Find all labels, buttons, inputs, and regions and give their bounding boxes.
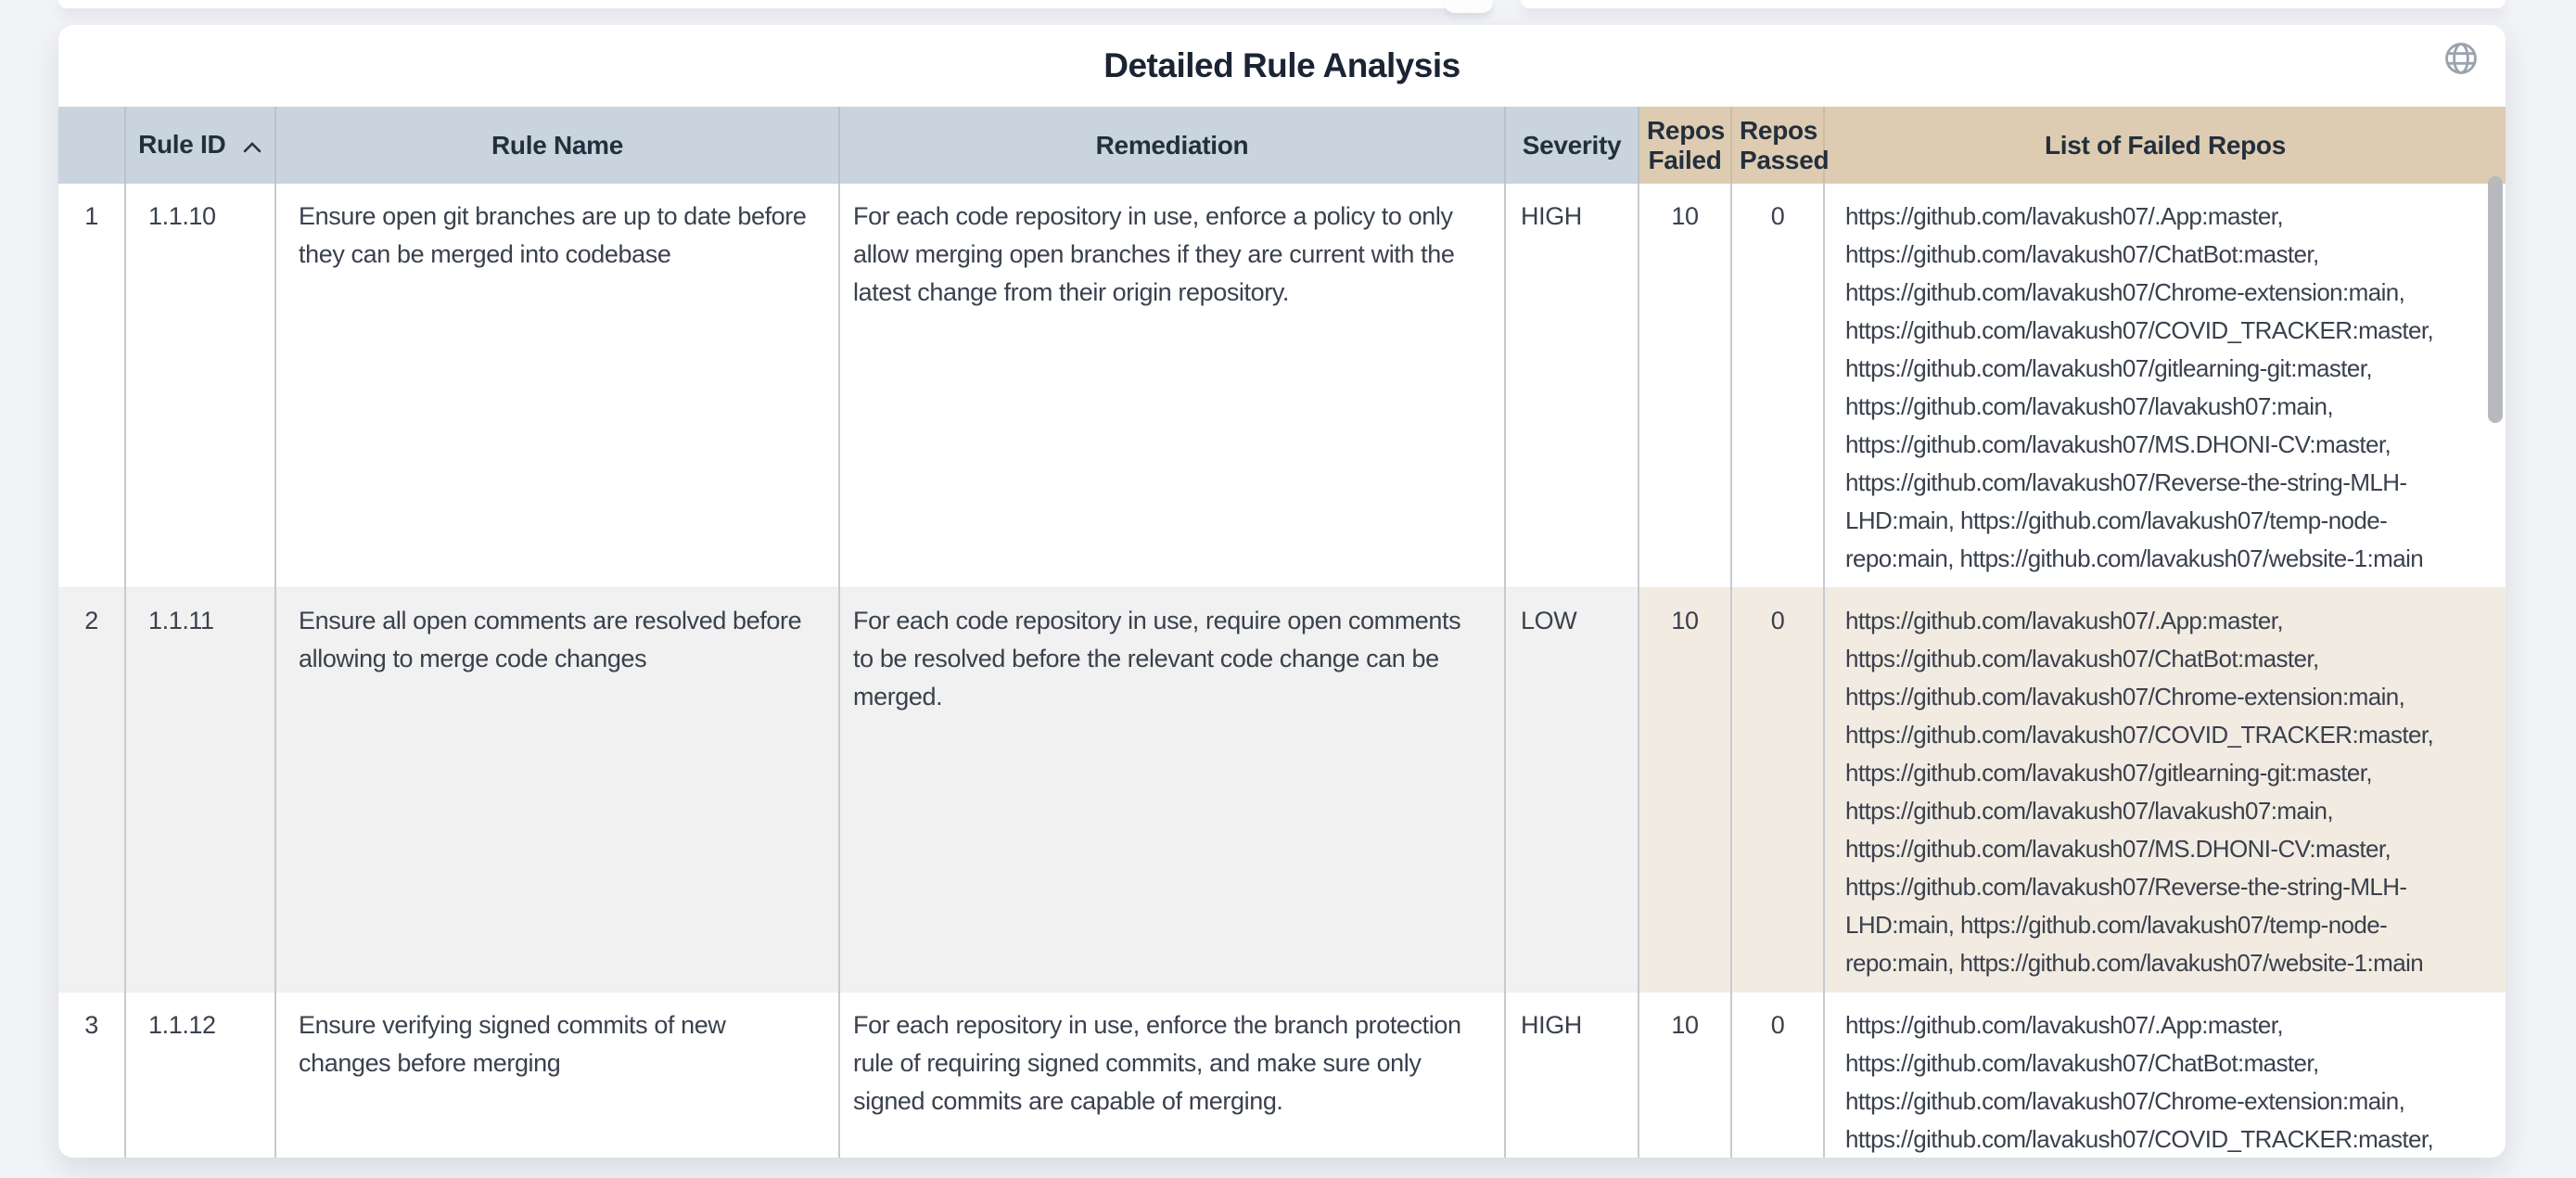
cell-repos-passed: 0 <box>1731 992 1824 1159</box>
table-row: 31.1.12Ensure verifying signed commits o… <box>58 992 2506 1159</box>
col-header-rule-id-label: Rule ID <box>138 130 225 159</box>
table-row: 11.1.10Ensure open git branches are up t… <box>58 184 2506 588</box>
col-header-index <box>58 107 125 184</box>
col-header-repos-passed[interactable]: Repos Passed <box>1731 107 1824 184</box>
cell-repos-failed: 10 <box>1639 992 1731 1159</box>
cell-rule-name: Ensure verifying signed commits of new c… <box>275 992 839 1159</box>
card-header: Detailed Rule Analysis <box>58 25 2506 107</box>
rule-analysis-table: Rule ID Rule Name Remediation Severity R… <box>58 107 2506 1158</box>
col-header-failed-repos[interactable]: List of Failed Repos <box>1824 107 2506 184</box>
vertical-scrollbar-thumb[interactable] <box>2488 176 2503 423</box>
table-row: 21.1.11Ensure all open comments are reso… <box>58 588 2506 992</box>
cell-remediation: For each code repository in use, enforce… <box>839 184 1505 588</box>
cell-rule-name: Ensure open git branches are up to date … <box>275 184 839 588</box>
col-header-repos-failed[interactable]: Repos Failed <box>1639 107 1731 184</box>
cell-rule-id: 1.1.10 <box>125 184 275 588</box>
cell-failed-repos: https://github.com/lavakush07/.App:maste… <box>1824 184 2506 588</box>
cell-remediation: For each code repository in use, require… <box>839 588 1505 992</box>
cell-index: 2 <box>58 588 125 992</box>
cell-severity: HIGH <box>1505 992 1639 1159</box>
sort-ascending-icon <box>242 131 262 160</box>
card-above-tab <box>1444 0 1493 13</box>
cell-severity: LOW <box>1505 588 1639 992</box>
cell-rule-id: 1.1.12 <box>125 992 275 1159</box>
detailed-rule-analysis-card: Detailed Rule Analysis Rule ID <box>58 25 2506 1158</box>
cell-failed-repos: https://github.com/lavakush07/.App:maste… <box>1824 588 2506 992</box>
cell-repos-failed: 10 <box>1639 184 1731 588</box>
cell-remediation: For each repository in use, enforce the … <box>839 992 1505 1159</box>
cell-index: 3 <box>58 992 125 1159</box>
col-header-rule-name[interactable]: Rule Name <box>275 107 839 184</box>
cell-repos-passed: 0 <box>1731 588 1824 992</box>
cell-rule-name: Ensure all open comments are resolved be… <box>275 588 839 992</box>
cell-severity: HIGH <box>1505 184 1639 588</box>
globe-button[interactable] <box>2441 38 2481 79</box>
cell-repos-passed: 0 <box>1731 184 1824 588</box>
col-header-rule-id[interactable]: Rule ID <box>125 107 275 184</box>
table-body: 11.1.10Ensure open git branches are up t… <box>58 184 2506 1158</box>
cell-rule-id: 1.1.11 <box>125 588 275 992</box>
col-header-severity[interactable]: Severity <box>1505 107 1639 184</box>
globe-icon <box>2443 41 2479 76</box>
cell-index: 1 <box>58 184 125 588</box>
cell-failed-repos: https://github.com/lavakush07/.App:maste… <box>1824 992 2506 1159</box>
table-header: Rule ID Rule Name Remediation Severity R… <box>58 107 2506 184</box>
card-above-right-edge <box>1521 0 2506 8</box>
col-header-remediation[interactable]: Remediation <box>839 107 1505 184</box>
cell-repos-failed: 10 <box>1639 588 1731 992</box>
page-title: Detailed Rule Analysis <box>1103 46 1460 85</box>
card-above-left-edge <box>58 0 1490 8</box>
